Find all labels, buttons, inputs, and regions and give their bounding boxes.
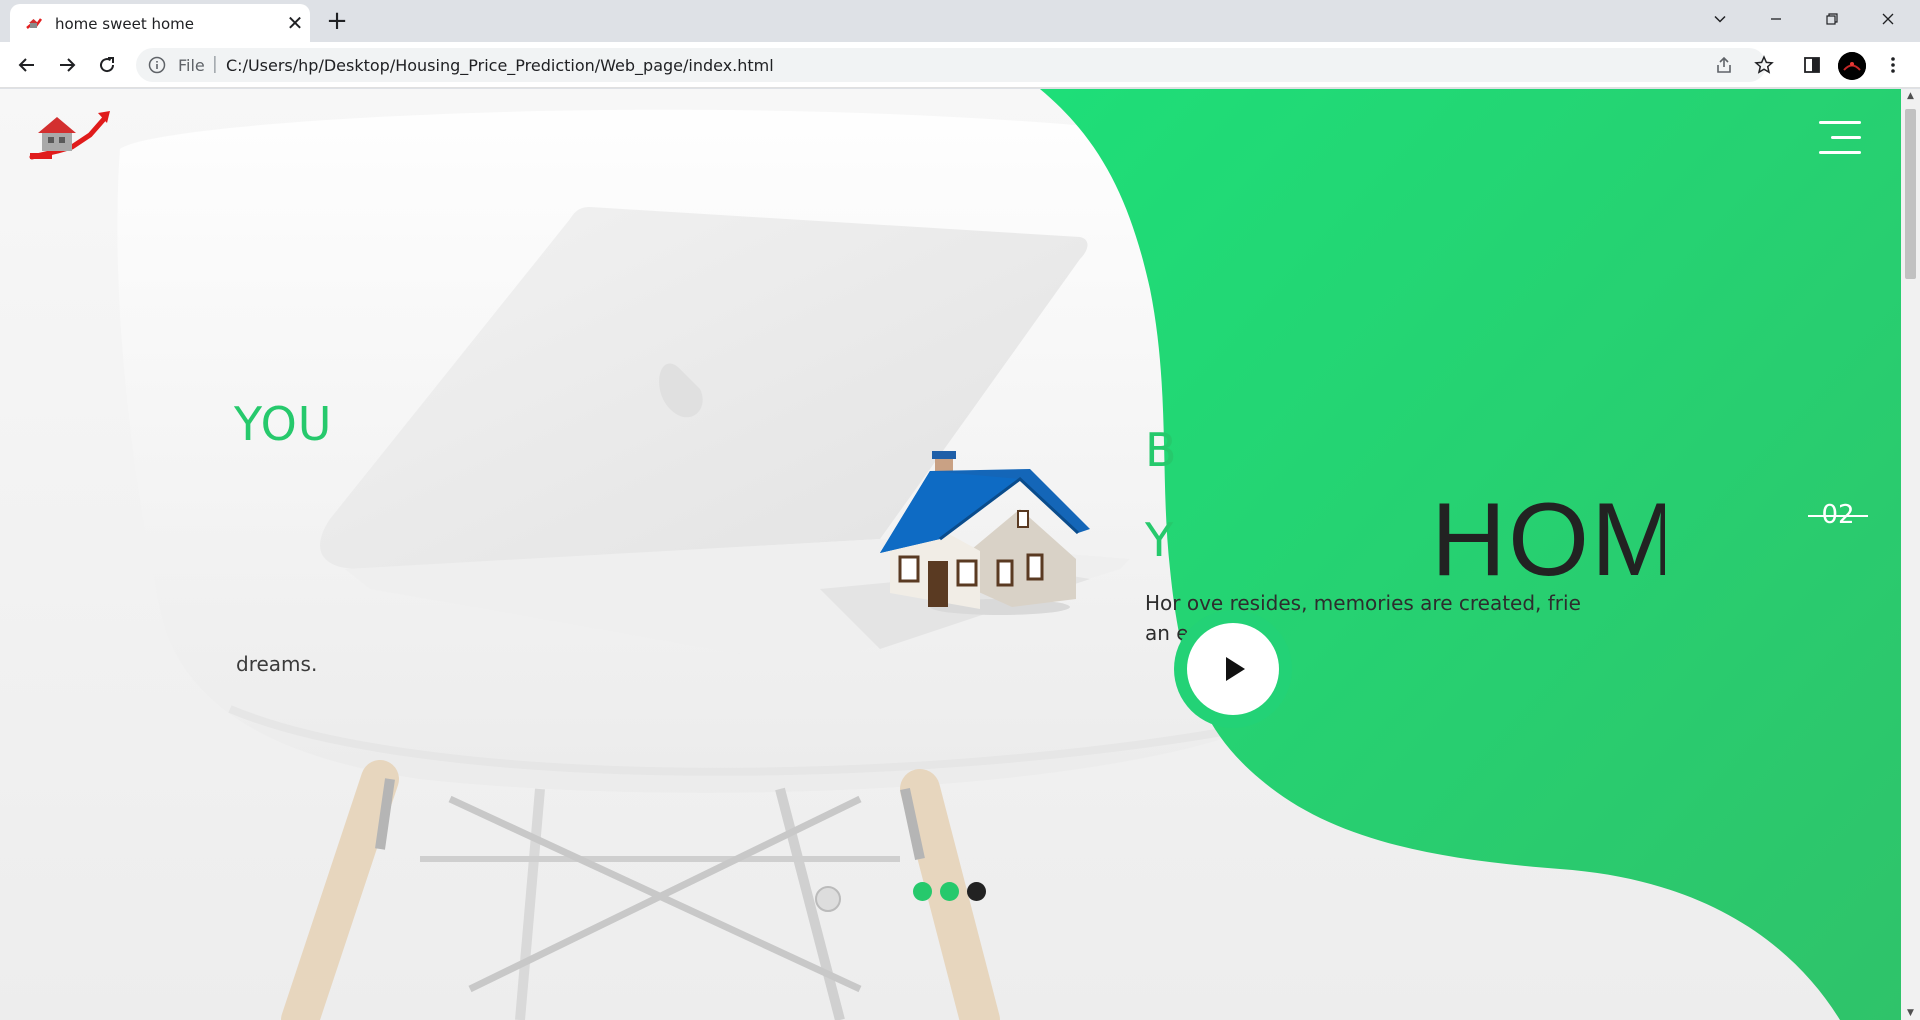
pagination-dot-3-active[interactable] — [967, 882, 986, 901]
star-icon[interactable] — [1749, 50, 1779, 80]
slider-pagination — [913, 882, 986, 901]
restore-icon[interactable] — [1804, 0, 1860, 38]
page-scrollbar[interactable]: ▲ ▼ — [1901, 89, 1920, 1020]
scrollbar-thumb[interactable] — [1905, 109, 1916, 279]
slide-heading-line2: Y — [1145, 513, 1174, 567]
prev-slide-heading: YOU — [234, 397, 333, 451]
browser-tab[interactable]: home sweet home ✕ — [10, 4, 310, 42]
back-arrow-icon[interactable] — [12, 50, 42, 80]
house-logo-icon[interactable] — [28, 107, 112, 167]
address-url[interactable]: C:/Users/hp/Desktop/Housing_Price_Predic… — [226, 56, 774, 75]
hamburger-menu-icon[interactable] — [1815, 119, 1861, 157]
chevron-down-icon[interactable] — [1692, 0, 1748, 38]
favicon-icon — [26, 18, 43, 29]
slide-text-line1: Hor ove resides, memories are created, f… — [1145, 591, 1581, 615]
scroll-down-icon[interactable]: ▼ — [1905, 1008, 1916, 1018]
address-scheme: File — [178, 56, 205, 75]
address-separator: | — [212, 54, 218, 74]
pagination-dot-2[interactable] — [940, 882, 959, 901]
kebab-menu-icon[interactable] — [1878, 50, 1908, 80]
pagination-dot-1[interactable] — [913, 882, 932, 901]
profile-avatar[interactable] — [1838, 52, 1866, 80]
minimize-icon[interactable] — [1748, 0, 1804, 38]
forward-arrow-icon[interactable] — [52, 50, 82, 80]
tab-strip: home sweet home ✕ + — [0, 0, 1920, 42]
share-icon[interactable] — [1709, 50, 1739, 80]
reload-icon[interactable] — [92, 50, 122, 80]
browser-toolbar: File | C:/Users/hp/Desktop/Housing_Price… — [0, 42, 1920, 88]
side-panel-icon[interactable] — [1797, 50, 1827, 80]
slide-big-title: HOM — [1431, 482, 1665, 598]
address-bar[interactable]: File | C:/Users/hp/Desktop/Housing_Price… — [136, 48, 1766, 82]
info-icon[interactable] — [148, 56, 166, 74]
new-tab-button[interactable]: + — [322, 6, 352, 36]
play-video-button[interactable] — [1174, 610, 1292, 728]
prev-slide-text: dreams. — [236, 652, 318, 676]
slide-heading-line1: B — [1145, 423, 1177, 477]
tab-title: home sweet home — [55, 15, 195, 33]
slide-number: 02 — [1808, 500, 1868, 530]
play-icon — [1226, 657, 1245, 681]
close-icon[interactable] — [1860, 0, 1916, 38]
tab-close-icon[interactable]: ✕ — [282, 10, 308, 36]
scroll-up-icon[interactable]: ▲ — [1905, 91, 1916, 101]
page-viewport: YOU dreams. B Y HOM Hor ove resides, mem… — [0, 89, 1901, 1020]
house-image — [880, 451, 1090, 615]
